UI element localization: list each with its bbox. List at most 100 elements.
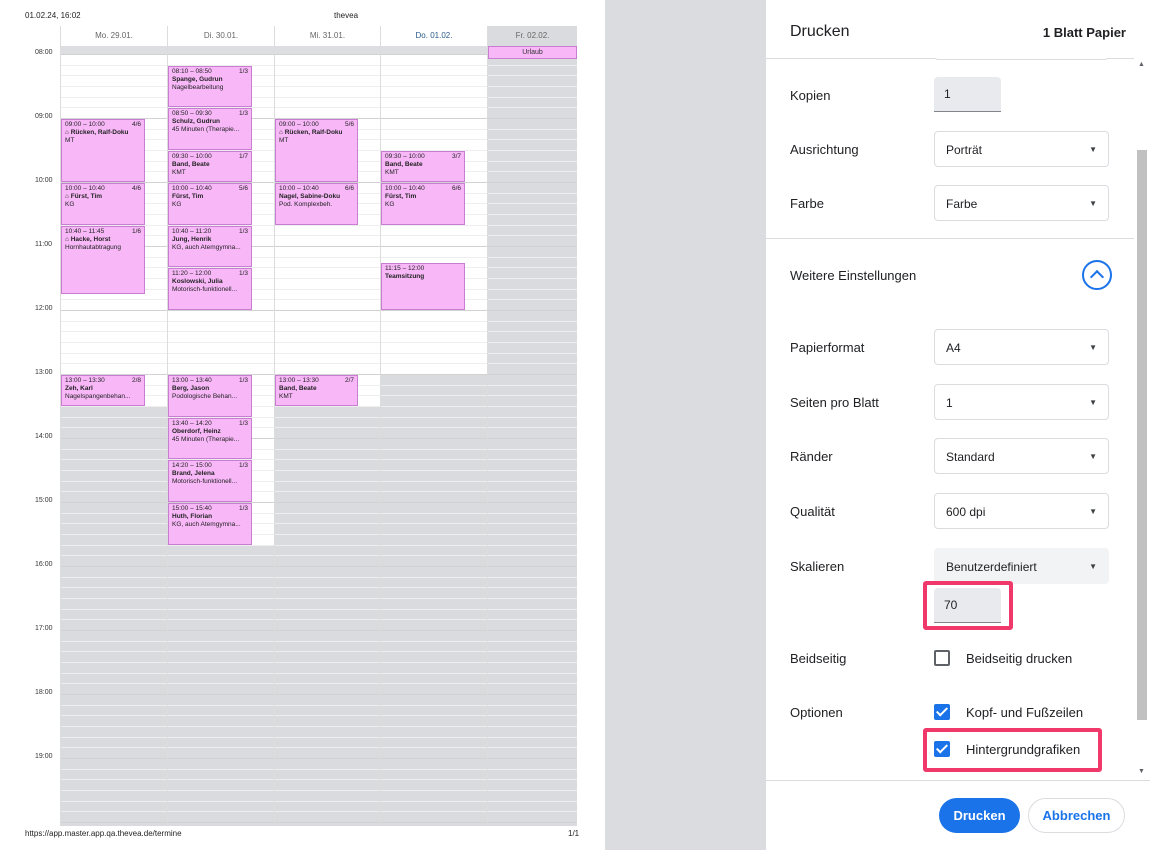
grid-line bbox=[60, 555, 577, 556]
day-header: Do. 01.02. bbox=[380, 26, 487, 46]
grid-line bbox=[60, 758, 577, 759]
more-settings-label: Weitere Einstellungen bbox=[790, 268, 917, 283]
appointment-time: 10:40 – 11:45 bbox=[65, 227, 105, 235]
appointment-treatment: Pod. Komplexbeh. bbox=[279, 201, 333, 208]
print-dialog-screen: 01.02.24, 16:02 thevea Mo. 29.01. Di. 30.… bbox=[0, 0, 1154, 850]
hour-label: 08:00 bbox=[35, 49, 53, 56]
appointment-patient: Berg, Jason bbox=[172, 385, 210, 392]
appointment-time-row: 15:00 – 15:40 1/3 bbox=[172, 505, 248, 513]
quality-value: 600 dpi bbox=[946, 505, 986, 519]
appointment[interactable]: 13:00 – 13:30 2/7 Band, Beate KMT bbox=[275, 375, 358, 406]
appointment[interactable]: 10:00 – 10:40 6/6 Fürst, Tim KG bbox=[381, 183, 465, 225]
appointment-time-row: 10:00 – 10:40 6/6 bbox=[385, 185, 461, 193]
page-header-datetime: 01.02.24, 16:02 bbox=[25, 11, 81, 20]
appointment[interactable]: 14:20 – 15:00 1/3 Brand, Jelena Motorisch-f… bbox=[168, 460, 252, 502]
grid-line bbox=[60, 705, 577, 706]
grid-line bbox=[60, 342, 577, 343]
calendar-week-view: Mo. 29.01. Di. 30.01. Mi. 31.01. Do. 01.02.… bbox=[60, 26, 577, 826]
appointment-time-row: 10:40 – 11:45 1/6 bbox=[65, 228, 141, 236]
appointment[interactable]: 08:50 – 09:30 1/3 Schulz, Gudrun 45 Minuten… bbox=[168, 108, 252, 150]
appointment-time: 14:20 – 15:00 bbox=[172, 462, 212, 470]
orientation-select[interactable]: Porträt ▼ bbox=[934, 131, 1109, 167]
appointment[interactable]: 10:00 – 10:40 6/6 Nagel, Sabine-Doku Pod. K… bbox=[275, 183, 358, 225]
sheet-count: 1 Blatt Papier bbox=[1042, 25, 1126, 40]
appointment-count: 6/6 bbox=[344, 185, 354, 192]
appointment[interactable]: 10:00 – 10:40 5/6 Fürst, Tim KG bbox=[168, 183, 252, 225]
destination-select-partial[interactable] bbox=[934, 58, 1109, 60]
settings-scroll-area[interactable]: Kopien 1 Ausrichtung Porträt ▼ Farbe Far… bbox=[766, 58, 1150, 780]
dropdown-arrow-icon: ▼ bbox=[1089, 145, 1097, 154]
appointment[interactable]: 11:15 – 12:00 Teamsitzung bbox=[381, 263, 465, 310]
grid-line bbox=[60, 107, 577, 108]
appointment-treatment: KG, auch Atemgymna... bbox=[172, 243, 241, 251]
appointment[interactable]: 09:00 – 10:00 5/6 ⌂ Rücken, Ralf-Doku MT bbox=[275, 119, 358, 182]
settings-scrollbar[interactable]: ▲ ▼ bbox=[1134, 58, 1150, 780]
appointment-count: 3/7 bbox=[451, 153, 461, 160]
appointment-count: 1/3 bbox=[238, 227, 248, 235]
scrollbar-thumb[interactable] bbox=[1137, 150, 1147, 720]
grid-line bbox=[60, 619, 577, 620]
color-select[interactable]: Farbe ▼ bbox=[934, 185, 1109, 221]
appointment-patient: Fürst, Tim bbox=[385, 193, 417, 200]
appointment[interactable]: 15:00 – 15:40 1/3 Huth, Florian KG, auch At… bbox=[168, 503, 252, 545]
appointment[interactable]: 09:00 – 10:00 4/6 ⌂ Rücken, Ralf-Doku MT bbox=[61, 119, 145, 182]
appointment[interactable]: 13:40 – 14:20 1/3 Oberdorf, Heinz 45 Minute… bbox=[168, 417, 252, 460]
appointment-patient: Huth, Florian bbox=[172, 513, 213, 520]
scale-label: Skalieren bbox=[790, 559, 845, 574]
appointment-count: 1/3 bbox=[238, 270, 248, 278]
quality-select[interactable]: 600 dpi ▼ bbox=[934, 493, 1109, 529]
vacation-event[interactable]: Urlaub bbox=[488, 46, 577, 59]
grid-line bbox=[60, 587, 577, 588]
appointment[interactable]: 13:00 – 13:40 1/3 Berg, Jason Podologische … bbox=[168, 375, 252, 417]
pages-per-sheet-select[interactable]: 1 ▼ bbox=[934, 384, 1109, 420]
more-settings-toggle[interactable]: Weitere Einstellungen bbox=[766, 239, 1150, 311]
headers-footers-label[interactable]: Kopf- und Fußzeilen bbox=[966, 705, 1083, 720]
appointment[interactable]: 08:10 – 08:50 1/3 Spange, Gudrun Nagelbearb… bbox=[168, 65, 252, 108]
appointment-patient: Oberdorf, Heinz bbox=[172, 427, 221, 435]
grid-line bbox=[60, 534, 577, 535]
scroll-up-arrow-icon[interactable]: ▲ bbox=[1138, 61, 1145, 68]
appointment[interactable]: 10:40 – 11:45 1/6 ⌂ Hacke, Horst Hornhautab… bbox=[61, 225, 145, 294]
appointment-treatment: KG bbox=[385, 201, 395, 208]
appointment[interactable]: 09:30 – 10:00 1/7 Band, Beate KMT bbox=[168, 151, 252, 182]
dropdown-arrow-icon: ▼ bbox=[1089, 199, 1097, 208]
hour-label: 18:00 bbox=[35, 689, 53, 696]
appointment-treatment: 45 Minuten (Therapie... bbox=[172, 126, 240, 134]
paper-format-select[interactable]: A4 ▼ bbox=[934, 329, 1109, 365]
copies-input[interactable]: 1 bbox=[934, 77, 1001, 112]
appointment-time: 10:00 – 10:40 bbox=[172, 185, 212, 192]
collapse-chevron-icon[interactable] bbox=[1082, 260, 1112, 290]
duplex-checkbox[interactable] bbox=[934, 650, 950, 666]
grid-line bbox=[60, 609, 577, 610]
appointment-treatment: KMT bbox=[279, 393, 293, 400]
headers-footers-checkbox[interactable] bbox=[934, 704, 950, 720]
appointment-time-row: 14:20 – 15:00 1/3 bbox=[172, 462, 248, 470]
appointment-treatment: Nagelbearbeitung bbox=[172, 83, 224, 91]
grid-line bbox=[60, 491, 577, 492]
scroll-down-arrow-icon[interactable]: ▼ bbox=[1138, 768, 1145, 775]
appointment-treatment: Podologische Behan... bbox=[172, 393, 238, 400]
appointment[interactable]: 10:40 – 11:20 1/3 Jung, Henrik KG, auch Ate… bbox=[168, 225, 252, 268]
grid-line bbox=[60, 715, 577, 716]
print-preview-page: 01.02.24, 16:02 thevea Mo. 29.01. Di. 30.… bbox=[0, 0, 605, 850]
appointment-treatment: KMT bbox=[172, 169, 186, 176]
appointment[interactable]: 11:20 – 12:00 1/3 Koslowski, Julia Motorisc… bbox=[168, 268, 252, 310]
duplex-option-label[interactable]: Beidseitig drucken bbox=[966, 651, 1072, 666]
appointment-time: 13:00 – 13:30 bbox=[279, 377, 319, 384]
appointment-time-row: 13:00 – 13:30 2/7 bbox=[279, 377, 354, 385]
grid-line bbox=[60, 673, 577, 674]
appointment[interactable]: 10:00 – 10:40 4/6 ⌂ Fürst, Tim KG bbox=[61, 183, 145, 225]
scale-select[interactable]: Benutzerdefiniert ▼ bbox=[934, 548, 1109, 584]
appointment-time-row: 11:15 – 12:00 bbox=[385, 265, 461, 273]
margins-label: Ränder bbox=[790, 449, 833, 464]
pages-per-sheet-label: Seiten pro Blatt bbox=[790, 395, 879, 410]
appointment-time-row: 11:20 – 12:00 1/3 bbox=[172, 270, 248, 278]
appointment[interactable]: 09:30 – 10:00 3/7 Band, Beate KMT bbox=[381, 151, 465, 182]
print-button[interactable]: Drucken bbox=[939, 798, 1020, 833]
margins-select[interactable]: Standard ▼ bbox=[934, 438, 1109, 474]
grid-line bbox=[60, 577, 577, 578]
appointment[interactable]: 13:00 – 13:30 2/8 Zeh, Karl Nagelspangenbeh… bbox=[61, 375, 145, 406]
hour-label: 16:00 bbox=[35, 561, 53, 568]
grid-line bbox=[60, 86, 577, 87]
cancel-button[interactable]: Abbrechen bbox=[1028, 798, 1125, 833]
